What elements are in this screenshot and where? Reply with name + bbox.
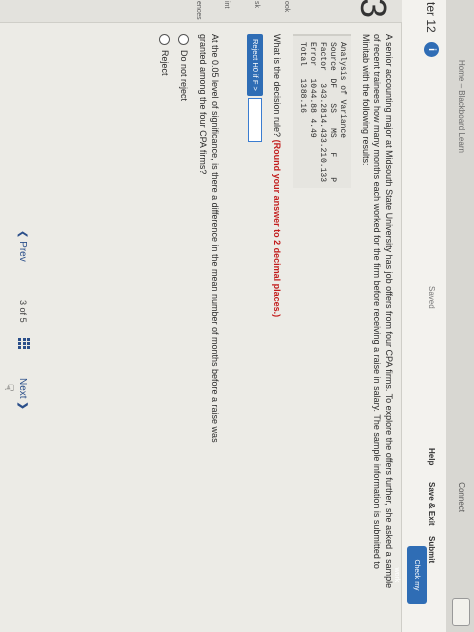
anova-header-cell: DF <box>328 78 338 89</box>
option-reject[interactable]: Reject <box>159 34 171 594</box>
check-my-work-button[interactable]: Check my work <box>393 546 427 604</box>
reject-rule-label: Reject H0 if F > <box>247 34 264 96</box>
current-page: 3 <box>18 300 28 306</box>
anova-cell <box>308 157 318 182</box>
anova-cell <box>298 157 308 182</box>
prev-label: Prev <box>17 241 28 262</box>
question-body: A senior accounting major at Midsouth St… <box>159 34 394 594</box>
anova-cell <box>298 113 308 138</box>
anova-table: Analysis of Variance Source DF SS MS F P… <box>293 34 352 188</box>
anova-row-total: Total 13 88.16 <box>298 42 308 182</box>
anova-cell: Error <box>308 42 318 67</box>
critical-value-input[interactable] <box>248 97 263 142</box>
anova-cell: 14.43 <box>318 113 328 138</box>
anova-cell: 0.133 <box>318 158 328 183</box>
anova-header-cell: F <box>328 152 338 158</box>
rail-label-references[interactable]: ences <box>195 1 202 20</box>
anova-cell: 3 <box>318 83 328 89</box>
save-exit-link[interactable]: Save & Exit <box>427 482 436 526</box>
question-grid-icon[interactable] <box>18 338 30 350</box>
next-label: Next <box>17 378 28 399</box>
chevron-right-icon: ❯ <box>17 401 28 410</box>
anova-cell <box>298 138 308 158</box>
anova-header-cell: SS <box>328 103 338 113</box>
anova-cell <box>308 138 318 158</box>
anova-cell: 10 <box>308 78 318 89</box>
window-control-button[interactable] <box>452 598 470 626</box>
pointer-hand-icon: ☟ <box>2 384 16 392</box>
chapter-title: ter 12 <box>424 2 438 33</box>
monitor-screen: Home – Blackboard Learn Connect ter 12 i… <box>0 0 474 632</box>
anova-cell: 4.49 <box>308 118 318 138</box>
anova-cell: 44.88 <box>308 88 318 113</box>
rounding-instruction: (Round your answer to 2 decimal places.) <box>272 139 283 318</box>
left-rail: 3 ook sk int ences <box>0 0 402 23</box>
prev-button[interactable]: ❮ Prev <box>17 230 28 262</box>
anova-header-row: Source DF SS MS F P <box>328 42 338 182</box>
anova-cell: 3.21 <box>318 138 328 158</box>
total-pages: 5 <box>18 317 28 323</box>
rail-label-ask[interactable]: sk <box>253 1 260 8</box>
option-label[interactable]: Reject <box>160 50 170 76</box>
anova-cell: Total <box>298 42 308 67</box>
option-label[interactable]: Do not reject <box>179 50 189 101</box>
saved-status: Saved <box>427 286 436 309</box>
anova-row-factor: Factor 3 43.28 14.43 3.21 0.133 <box>318 42 328 182</box>
rail-label-ebook[interactable]: ook <box>283 1 290 12</box>
help-link[interactable]: Help <box>427 448 436 465</box>
option-do-not-reject[interactable]: Do not reject <box>178 34 190 594</box>
radio-button[interactable] <box>159 34 171 45</box>
anova-header-cell: Source <box>328 42 338 71</box>
anova-cell: Factor <box>318 42 328 71</box>
page-of: of <box>18 307 28 316</box>
anova-header-cell: P <box>328 177 338 183</box>
browser-toolbar: Home – Blackboard Learn Connect <box>445 0 474 632</box>
question-prompt: A senior accounting major at Midsouth St… <box>361 34 394 589</box>
anova-cell: 43.28 <box>318 88 328 113</box>
decision-rule-question: What is the decision rule? (Round your a… <box>272 34 284 594</box>
anova-row-error: Error 10 44.88 4.49 <box>308 42 318 182</box>
rail-label-print[interactable]: int <box>223 1 230 8</box>
decision-rule-row: Reject H0 if F > <box>247 34 264 594</box>
decision-rule-text: What is the decision rule? <box>272 34 283 138</box>
radio-button[interactable] <box>178 34 190 45</box>
browser-tab-title[interactable]: Home – Blackboard Learn <box>457 60 466 153</box>
info-icon[interactable]: i <box>424 42 439 57</box>
chevron-left-icon: ❮ <box>17 230 28 239</box>
anova-title: Analysis of Variance <box>338 42 348 139</box>
assignment-header: ter 12 i Saved Help Save & Exit Submit <box>401 0 446 632</box>
anova-header-cell: MS <box>328 128 338 138</box>
next-button[interactable]: Next ❯ <box>17 378 28 410</box>
anova-cell: 13 <box>298 78 308 89</box>
question-pager: ❮ Prev 3 of 5 Next ❯ ☟ <box>2 0 36 632</box>
question-number: 3 <box>353 0 394 19</box>
connect-link[interactable]: Connect <box>457 482 466 512</box>
page-indicator: 3 of 5 <box>18 300 28 323</box>
anova-cell: 88.16 <box>298 88 308 113</box>
significance-question: At the 0.05 level of significance, is th… <box>198 34 221 443</box>
submit-link[interactable]: Submit <box>427 536 436 563</box>
